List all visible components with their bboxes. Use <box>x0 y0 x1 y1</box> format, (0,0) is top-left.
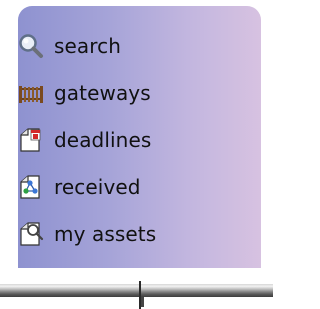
nav-item-label: my assets <box>54 221 157 246</box>
nav-item-label: received <box>54 174 141 199</box>
nav-item-deadlines[interactable]: deadlines <box>18 116 156 163</box>
navigation-menu: search gateways deadlines received my as… <box>18 22 156 257</box>
app-stage: search gateways deadlines received my as… <box>0 0 273 309</box>
document-magnifier-icon <box>18 221 44 247</box>
fence-gate-icon <box>18 80 44 106</box>
nav-item-my-assets[interactable]: my assets <box>18 210 156 257</box>
nav-item-label: deadlines <box>54 127 152 152</box>
calendar-document-icon <box>18 127 44 153</box>
nav-item-gateways[interactable]: gateways <box>18 69 156 116</box>
nav-item-received[interactable]: received <box>18 163 156 210</box>
nav-item-search[interactable]: search <box>18 22 156 69</box>
document-with-network-icon <box>18 174 44 200</box>
bottom-divider-bar <box>0 284 273 297</box>
magnifier-search-icon <box>18 33 44 59</box>
nav-item-label: gateways <box>54 80 151 105</box>
splitter-handle-tail <box>141 297 144 307</box>
nav-item-label: search <box>54 33 122 58</box>
